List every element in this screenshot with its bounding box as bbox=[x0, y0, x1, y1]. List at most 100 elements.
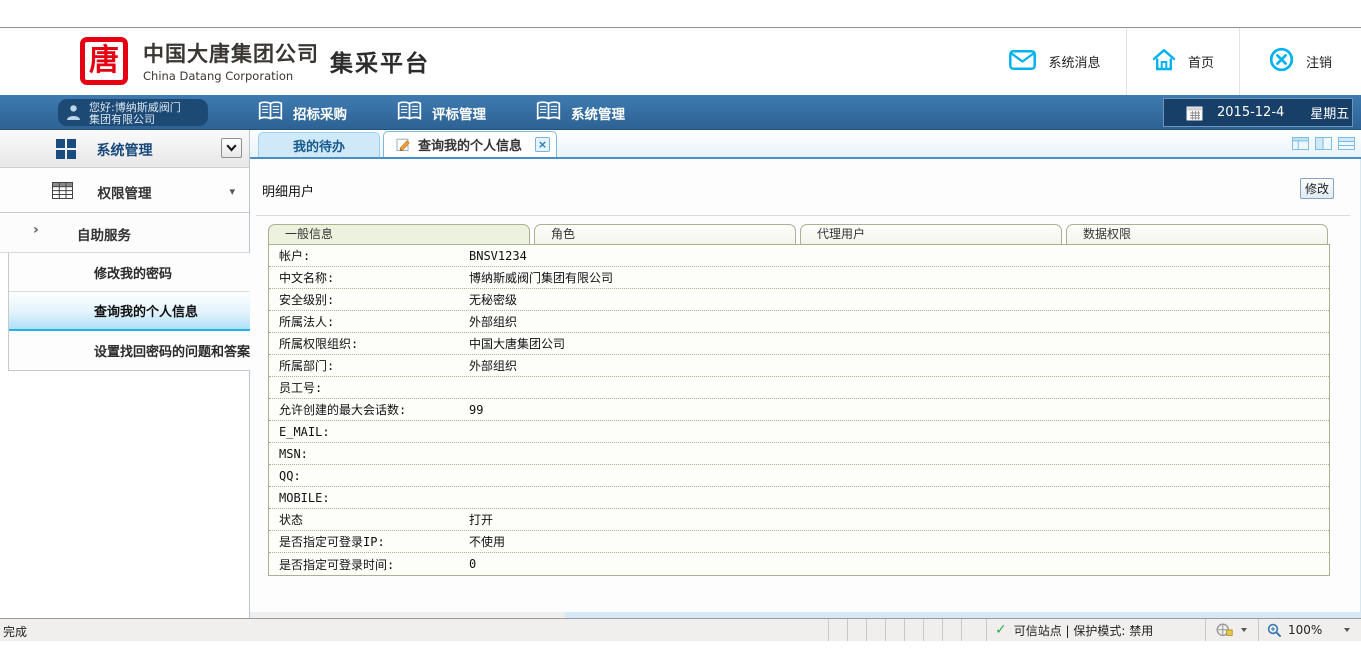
field-label: 员工号: bbox=[269, 379, 469, 396]
document-tabstrip: 我的待办 查询我的个人信息 × bbox=[250, 130, 1361, 159]
greeting-text: 您好:博纳斯威阀门 集团有限公司 bbox=[89, 102, 181, 126]
field-label: QQ: bbox=[269, 469, 469, 483]
field-label: E_MAIL: bbox=[269, 425, 469, 439]
tab-view-profile-label: 查询我的个人信息 bbox=[418, 135, 528, 154]
field-value: 0 bbox=[469, 557, 1329, 571]
field-row-mobile: MOBILE: bbox=[269, 487, 1329, 509]
field-value: 99 bbox=[469, 403, 1329, 417]
status-security-text: 可信站点 | 保护模式: 禁用 bbox=[1014, 622, 1154, 639]
check-icon: ✓ bbox=[995, 622, 1007, 638]
nav-menu-evaluation[interactable]: 评标管理 bbox=[397, 101, 486, 125]
tab-data-permissions[interactable]: 数据权限 bbox=[1066, 224, 1328, 244]
field-label: 所属法人: bbox=[269, 313, 469, 330]
tab-close-icon[interactable]: × bbox=[535, 137, 550, 152]
nav-menu-evaluation-label: 评标管理 bbox=[432, 103, 486, 123]
field-value: 打开 bbox=[469, 511, 1329, 528]
field-value: 博纳斯威阀门集团有限公司 bbox=[469, 269, 1329, 286]
home-link[interactable]: 首页 bbox=[1126, 28, 1239, 95]
system-messages-link[interactable]: 系统消息 bbox=[984, 28, 1126, 95]
mail-icon bbox=[1009, 50, 1036, 74]
field-value: 不使用 bbox=[469, 533, 1329, 550]
field-value: 外部组织 bbox=[469, 357, 1329, 374]
field-label: 所属权限组织: bbox=[269, 335, 469, 352]
zoom-level-text: 100% bbox=[1288, 623, 1322, 637]
status-cells bbox=[828, 619, 980, 641]
sidebar-item-label: 查询我的个人信息 bbox=[94, 301, 198, 320]
date-text: 2015-12-4 bbox=[1217, 105, 1284, 120]
field-row-email: E_MAIL: bbox=[269, 421, 1329, 443]
field-label: MOBILE: bbox=[269, 491, 469, 505]
field-row-account: 帐户:BNSV1234 bbox=[269, 245, 1329, 267]
zoom-control[interactable]: 100% bbox=[1258, 619, 1354, 641]
nav-menu-bidding[interactable]: 招标采购 bbox=[258, 101, 347, 125]
arrow-right-icon: › bbox=[33, 222, 39, 238]
status-security-zone: ✓ 可信站点 | 保护模式: 禁用 bbox=[986, 619, 1153, 641]
tab-my-todo[interactable]: 我的待办 bbox=[258, 132, 380, 157]
main-navbar: 您好:博纳斯威阀门 集团有限公司 招标采购 评标管理 系统 bbox=[0, 95, 1361, 130]
sidebar-item-view-profile[interactable]: 查询我的个人信息 bbox=[9, 292, 250, 331]
logout-icon bbox=[1269, 47, 1294, 76]
tab-view-profile[interactable]: 查询我的个人信息 × bbox=[383, 131, 557, 157]
calendar-icon bbox=[1186, 105, 1203, 121]
system-messages-label: 系统消息 bbox=[1048, 52, 1100, 71]
browser-statusbar: 完成 ✓ 可信站点 | 保护模式: 禁用 100% bbox=[0, 618, 1361, 641]
tab-proxy-users[interactable]: 代理用户 bbox=[800, 224, 1062, 244]
header-links: 系统消息 首页 注销 bbox=[984, 28, 1361, 95]
header: 唐 中国大唐集团公司 China Datang Corporation 集采平台… bbox=[0, 28, 1361, 95]
field-row-login-time: 是否指定可登录时间:0 bbox=[269, 553, 1329, 575]
section-title: 明细用户 bbox=[262, 181, 314, 200]
sidebar-module-header: 系统管理 bbox=[0, 130, 249, 168]
field-label: 是否指定可登录时间: bbox=[269, 556, 469, 573]
detail-tabs: 一般信息 角色 代理用户 数据权限 bbox=[268, 224, 1332, 244]
sidebar-module-title: 系统管理 bbox=[0, 140, 249, 160]
field-row-login-ip: 是否指定可登录IP:不使用 bbox=[269, 531, 1329, 553]
content-divider bbox=[256, 215, 1350, 216]
datang-logo: 唐 bbox=[80, 37, 128, 85]
logout-link[interactable]: 注销 bbox=[1239, 28, 1361, 95]
caret-down-icon: ▾ bbox=[229, 185, 235, 198]
caret-down-icon bbox=[1241, 628, 1247, 632]
layout-split-mixed-icon[interactable] bbox=[1292, 135, 1309, 154]
field-row-qq: QQ: bbox=[269, 465, 1329, 487]
company-name-en: China Datang Corporation bbox=[143, 69, 319, 83]
nav-menu-system[interactable]: 系统管理 bbox=[536, 101, 625, 125]
field-label: MSN: bbox=[269, 447, 469, 461]
field-label: 中文名称: bbox=[269, 269, 469, 286]
nav-menu-system-label: 系统管理 bbox=[571, 103, 625, 123]
edit-pencil-icon bbox=[396, 137, 411, 152]
sidebar-collapse-button[interactable] bbox=[221, 138, 242, 158]
tab-my-todo-label: 我的待办 bbox=[293, 136, 345, 155]
modify-button[interactable]: 修改 bbox=[1300, 178, 1334, 199]
field-label: 状态 bbox=[269, 511, 469, 528]
field-value: 中国大唐集团公司 bbox=[469, 335, 1329, 352]
book-icon bbox=[536, 101, 561, 125]
sidebar-item-list: 修改我的密码 查询我的个人信息 设置找回密码的问题和答案 bbox=[8, 253, 250, 371]
sidebar-item-change-password[interactable]: 修改我的密码 bbox=[9, 253, 250, 292]
book-icon bbox=[397, 101, 422, 125]
field-label: 所属部门: bbox=[269, 357, 469, 374]
status-done-text: 完成 bbox=[3, 623, 27, 640]
tab-general-info[interactable]: 一般信息 bbox=[268, 224, 530, 244]
tab-roles[interactable]: 角色 bbox=[534, 224, 796, 244]
user-icon bbox=[66, 104, 81, 125]
layout-split-horizontal-icon[interactable] bbox=[1338, 135, 1355, 154]
home-icon bbox=[1152, 48, 1176, 75]
sidebar-group-permission[interactable]: 权限管理 ▾ bbox=[0, 168, 249, 213]
home-label: 首页 bbox=[1188, 52, 1214, 71]
field-row-security-level: 安全级别:无秘密级 bbox=[269, 289, 1329, 311]
nav-menus: 招标采购 评标管理 系统管理 bbox=[258, 95, 625, 130]
field-row-department: 所属部门:外部组织 bbox=[269, 355, 1329, 377]
field-label: 是否指定可登录IP: bbox=[269, 533, 469, 550]
self-service-label: 自助服务 bbox=[77, 224, 131, 244]
company-name-cn: 中国大唐集团公司 bbox=[143, 38, 319, 68]
field-row-status: 状态打开 bbox=[269, 509, 1329, 531]
user-detail-form: 帐户:BNSV1234 中文名称:博纳斯威阀门集团有限公司 安全级别:无秘密级 … bbox=[268, 244, 1330, 576]
magnifier-icon bbox=[1267, 623, 1282, 638]
sidebar-item-self-service[interactable]: › 自助服务 bbox=[0, 213, 249, 253]
field-row-permission-org: 所属权限组织:中国大唐集团公司 bbox=[269, 333, 1329, 355]
book-icon bbox=[258, 101, 283, 125]
app-window: 唐 中国大唐集团公司 China Datang Corporation 集采平台… bbox=[0, 0, 1361, 661]
protected-mode-dropdown[interactable] bbox=[1205, 619, 1257, 641]
sidebar-item-password-recovery[interactable]: 设置找回密码的问题和答案 bbox=[9, 331, 250, 370]
layout-split-vertical-icon[interactable] bbox=[1315, 135, 1332, 154]
